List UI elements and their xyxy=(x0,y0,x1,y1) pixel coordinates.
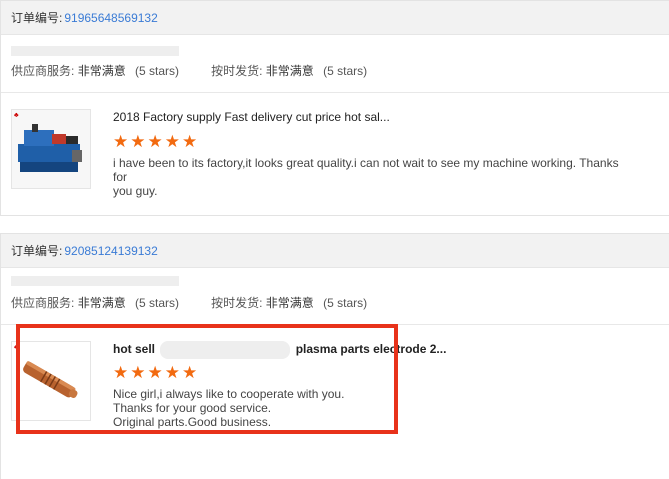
order-number-link[interactable]: 91965648569132 xyxy=(64,11,157,25)
brand-logo-icon: ♣ xyxy=(14,112,19,119)
buyer-name-redacted xyxy=(11,276,179,286)
supplier-service-rating: 供应商服务: 非常满意 (5 stars) xyxy=(11,296,180,310)
order-header: 订单编号: 91965648569132 xyxy=(1,1,669,35)
supplier-service-rating: 供应商服务: 非常满意 (5 stars) xyxy=(11,64,180,78)
order-number-label: 订单编号: xyxy=(11,11,63,25)
star-icon: ★ xyxy=(182,132,198,151)
star-icon: ★ xyxy=(113,132,129,151)
order-number-link[interactable]: 92085124139132 xyxy=(64,244,157,258)
ontime-delivery-rating: 按时发货: 非常满意 (5 stars) xyxy=(211,64,368,78)
order-number-label: 订单编号: xyxy=(11,244,63,258)
star-icon: ★ xyxy=(164,132,180,151)
highlight-annotation xyxy=(16,324,398,434)
star-icon: ★ xyxy=(147,132,163,151)
review-text: i have been to its factory,it looks grea… xyxy=(113,156,619,198)
buyer-name-redacted xyxy=(11,46,179,56)
supplier-ratings: 供应商服务: 非常满意 (5 stars) 按时发货: 非常满意 (5 star… xyxy=(1,294,669,311)
order-header: 订单编号: 92085124139132 xyxy=(1,234,669,268)
spacer xyxy=(1,199,669,216)
supplier-ratings: 供应商服务: 非常满意 (5 stars) 按时发货: 非常满意 (5 star… xyxy=(1,62,669,79)
star-icon: ★ xyxy=(130,132,146,151)
product-title[interactable]: 2018 Factory supply Fast delivery cut pr… xyxy=(113,110,390,124)
product-thumbnail[interactable]: ♣ xyxy=(11,109,91,189)
ontime-delivery-rating: 按时发货: 非常满意 (5 stars) xyxy=(211,296,368,310)
rating-stars: ★ ★ ★ ★ ★ xyxy=(113,133,197,150)
cutting-machine-image xyxy=(12,110,90,188)
product-review-item: ♣ 2018 Factory supply Fast delivery cut … xyxy=(1,93,669,213)
order-card: 订单编号: 91965648569132 供应商服务: 非常满意 (5 star… xyxy=(0,0,669,216)
